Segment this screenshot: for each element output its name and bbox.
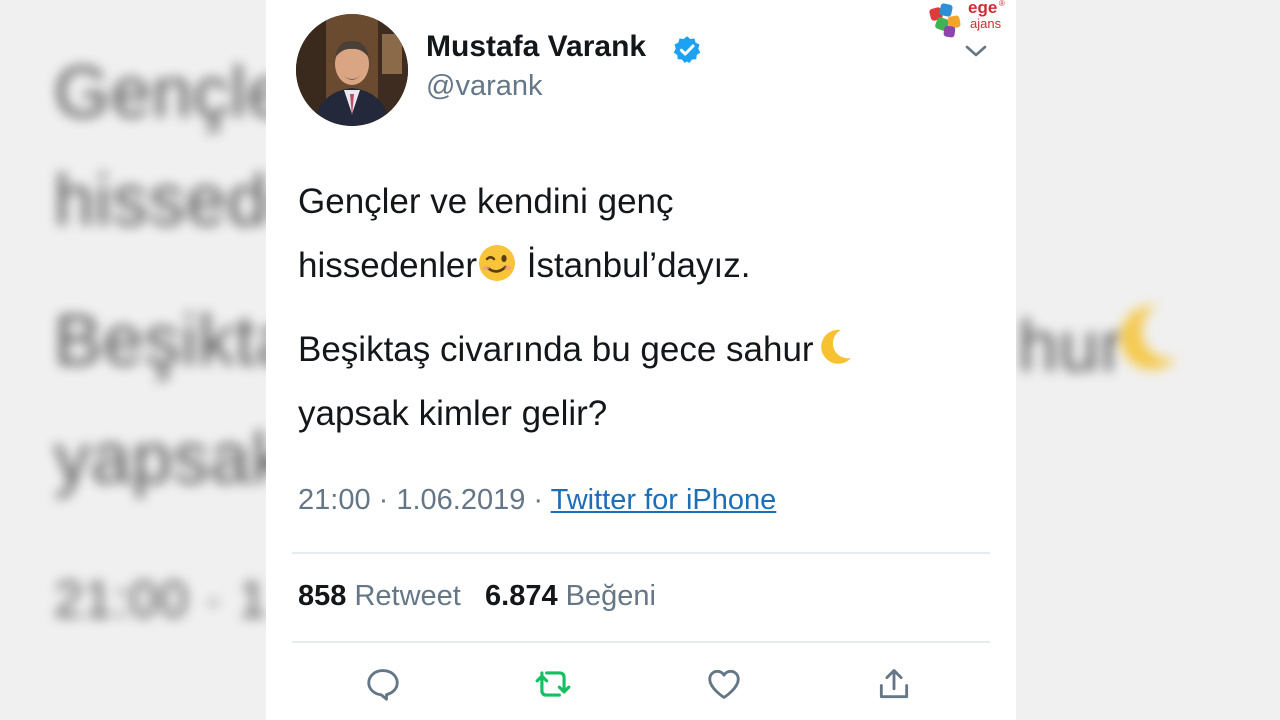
tweet-date: 1.06.2019	[396, 484, 526, 516]
bg-line-4: yapsak	[54, 419, 289, 499]
tweet-text-line: yapsak kimler gelir?	[298, 394, 608, 433]
tweet-stats: 858 Retweet 6.874 Beğeni	[298, 580, 656, 613]
tweet-text: hissedenler	[298, 246, 477, 285]
author-name[interactable]: Mustafa Varank	[426, 30, 646, 64]
tweet-paragraph-1: Gençler ve kendini genç hissedenler İsta…	[298, 170, 988, 298]
tweet-source-link[interactable]: Twitter for iPhone	[551, 484, 777, 516]
reply-icon	[367, 669, 399, 701]
avatar-photo	[296, 14, 408, 126]
reply-button[interactable]	[361, 662, 405, 706]
watermark-text-bottom: ajans	[970, 16, 1002, 31]
bg-moon-icon	[1120, 305, 1177, 370]
bg-line-3: Beşikta	[54, 301, 298, 381]
tweet-text: Beşiktaş civarında bu gece sahur	[298, 330, 814, 369]
tweet-text: İstanbul’dayız.	[517, 246, 751, 285]
tweet-time: 21:00	[298, 484, 371, 516]
meta-separator: ·	[525, 484, 551, 516]
divider	[292, 552, 990, 554]
like-stat[interactable]: 6.874 Beğeni	[485, 580, 656, 612]
like-label: Beğeni	[565, 580, 656, 612]
tweet-text-line: Gençler ve kendini genç	[298, 182, 674, 221]
tweet-paragraph-2: Beşiktaş civarında bu gece sahur yapsak …	[298, 318, 988, 446]
tweet-action-bar	[266, 662, 1016, 712]
retweet-icon	[535, 671, 571, 697]
chevron-down-icon[interactable]	[964, 42, 988, 60]
crescent-moon-emoji-icon	[820, 329, 851, 364]
bg-line-1: Gençle	[54, 53, 289, 133]
like-count: 6.874	[485, 580, 558, 612]
share-icon	[879, 669, 909, 699]
winking-face-emoji-icon	[479, 245, 515, 281]
tweet-card: Mustafa Varank @varank ege ajans ® Gençl…	[266, 0, 1016, 720]
retweet-stat[interactable]: 858 Retweet	[298, 580, 469, 612]
meta-separator: ·	[370, 484, 397, 516]
divider	[292, 641, 990, 643]
like-button[interactable]	[702, 662, 746, 706]
bg-line-5: 21:00 · 1	[54, 571, 269, 629]
retweet-button[interactable]	[531, 662, 575, 706]
verified-badge-icon	[673, 36, 701, 63]
watermark-registered-mark: ®	[999, 0, 1005, 8]
tweet-meta: 21:00 · 1.06.2019 · Twitter for iPhone	[298, 484, 776, 517]
heart-icon	[708, 669, 740, 699]
share-button[interactable]	[872, 662, 916, 706]
retweet-label: Retweet	[354, 580, 461, 612]
author-handle[interactable]: @varank	[426, 70, 542, 103]
retweet-count: 858	[298, 580, 347, 612]
avatar[interactable]	[296, 14, 408, 126]
